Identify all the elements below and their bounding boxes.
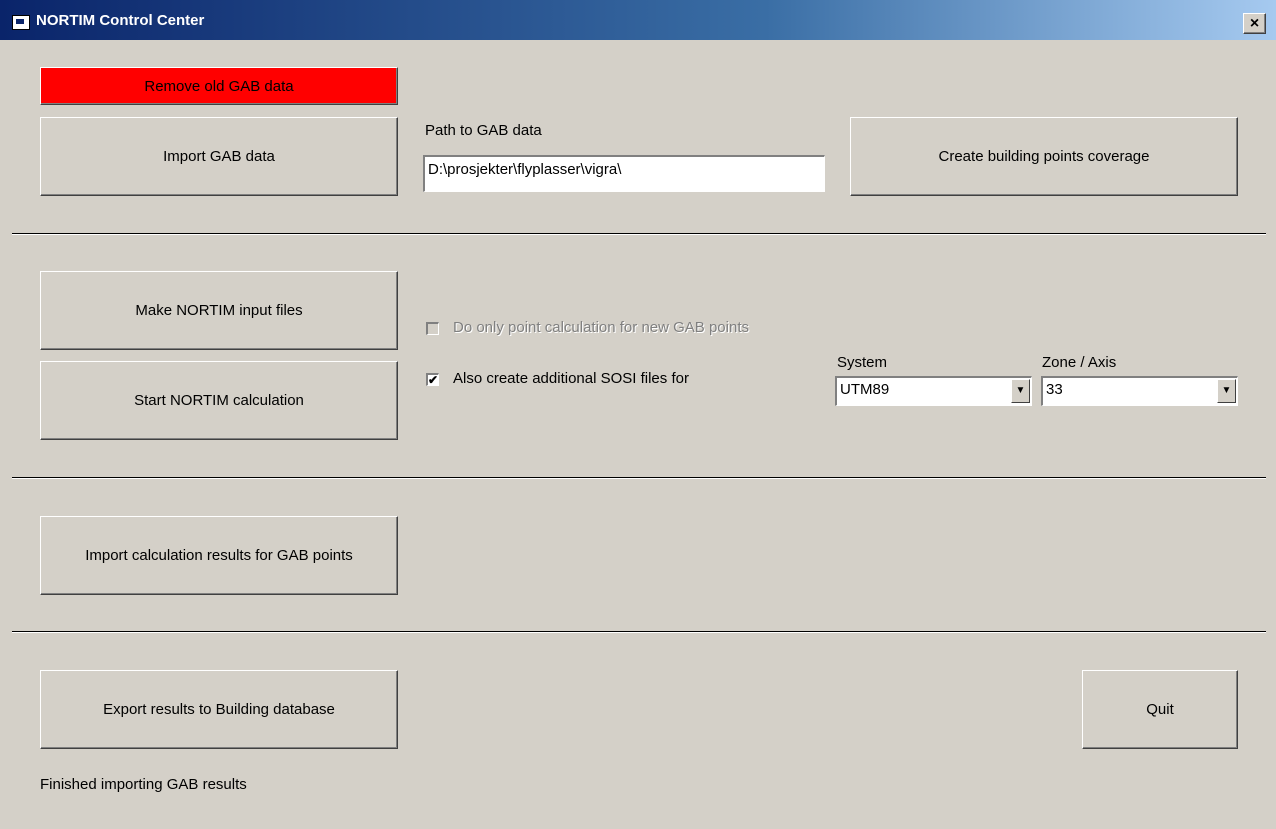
system-select[interactable]: UTM89 ▼ <box>835 376 1032 406</box>
sosi-files-checkbox[interactable]: ✔ <box>426 373 439 386</box>
only-point-calculation-label: Do only point calculation for new GAB po… <box>453 319 749 336</box>
path-input[interactable]: D:\prosjekter\flyplasser\vigra\ <box>423 155 825 192</box>
app-icon <box>12 15 30 30</box>
title-bar: NORTIM Control Center × <box>0 0 1276 41</box>
zone-label: Zone / Axis <box>1042 354 1117 371</box>
remove-old-gab-data-button[interactable]: Remove old GAB data <box>40 67 398 105</box>
make-nortim-input-files-button[interactable]: Make NORTIM input files <box>40 271 398 350</box>
divider-2 <box>12 477 1266 479</box>
create-building-points-coverage-button[interactable]: Create building points coverage <box>850 117 1238 196</box>
zone-select[interactable]: 33 ▼ <box>1041 376 1238 406</box>
only-point-calculation-checkbox <box>426 322 439 335</box>
chevron-down-icon[interactable]: ▼ <box>1011 379 1030 403</box>
divider-3 <box>12 631 1266 633</box>
start-nortim-calculation-button[interactable]: Start NORTIM calculation <box>40 361 398 440</box>
sosi-files-label: Also create additional SOSI files for <box>453 370 689 387</box>
chevron-down-icon[interactable]: ▼ <box>1217 379 1236 403</box>
import-gab-data-button[interactable]: Import GAB data <box>40 117 398 196</box>
divider-1 <box>12 233 1266 235</box>
close-button[interactable]: × <box>1243 13 1266 34</box>
system-selected-value: UTM89 <box>840 381 890 398</box>
zone-selected-value: 33 <box>1046 381 1063 398</box>
system-label: System <box>837 354 888 371</box>
status-text: Finished importing GAB results <box>40 776 247 793</box>
export-results-button[interactable]: Export results to Building database <box>40 670 398 749</box>
quit-button[interactable]: Quit <box>1082 670 1238 749</box>
window-title: NORTIM Control Center <box>36 12 205 29</box>
path-label: Path to GAB data <box>425 122 542 139</box>
import-calculation-results-button[interactable]: Import calculation results for GAB point… <box>40 516 398 595</box>
